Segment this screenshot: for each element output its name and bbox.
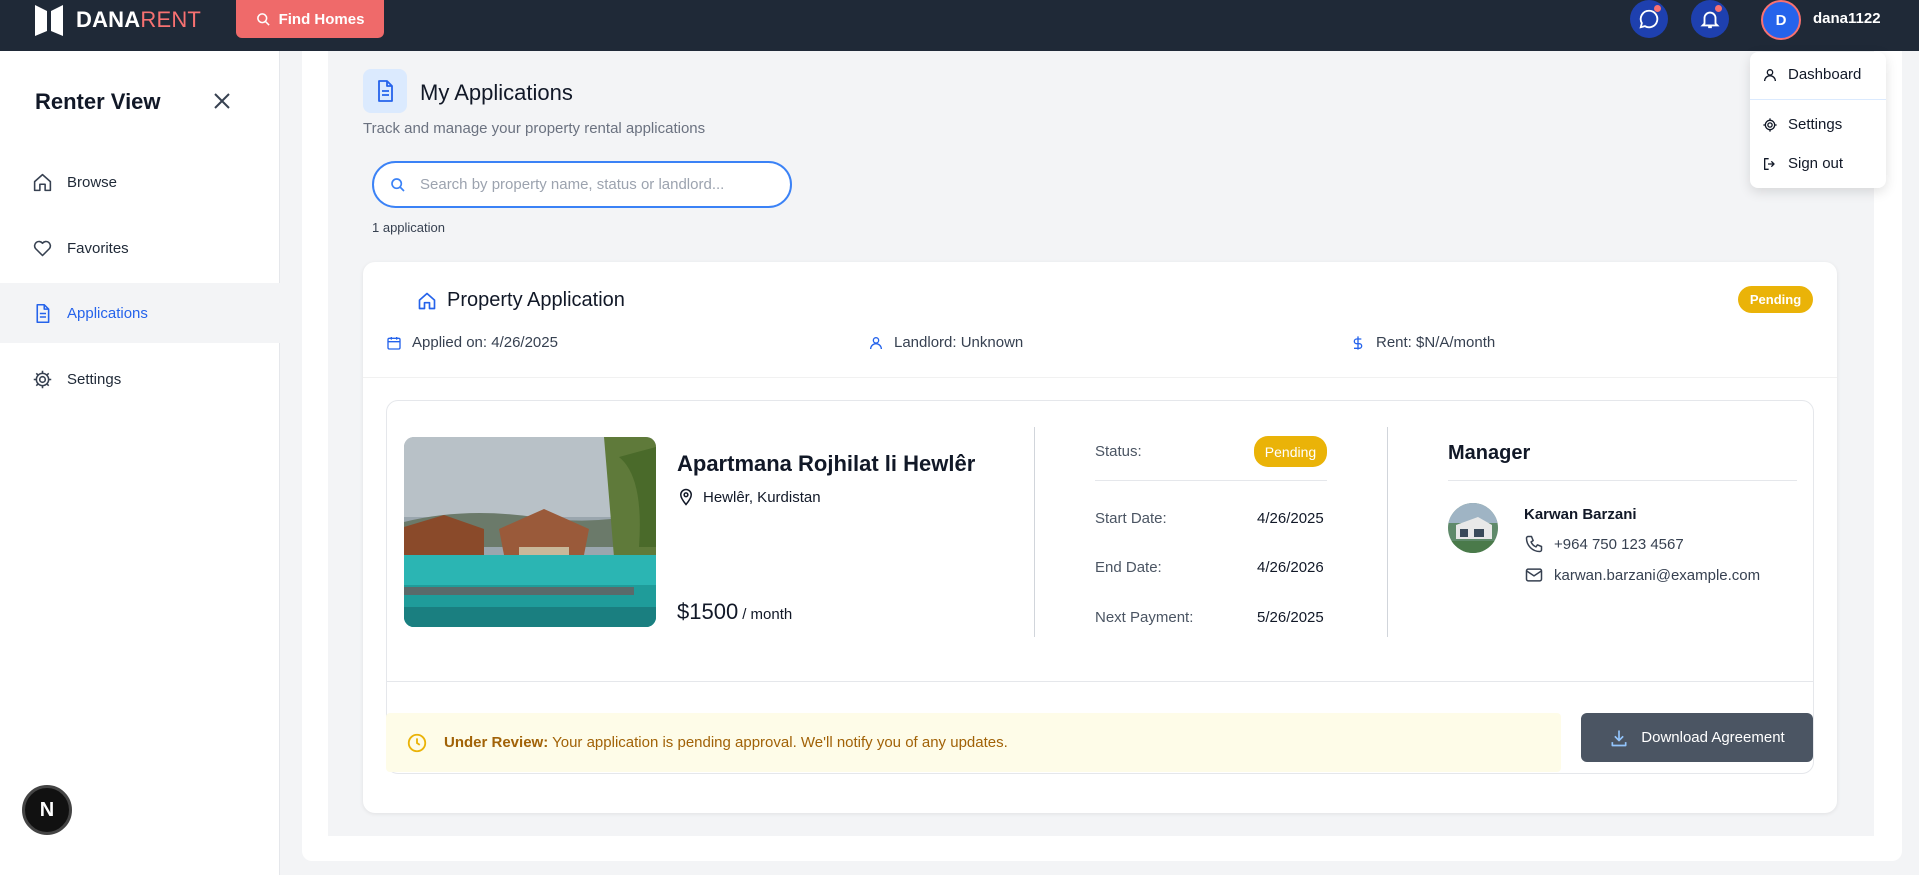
property-location: Hewlêr, Kurdistan <box>677 488 821 506</box>
search-box[interactable] <box>372 161 792 208</box>
gear-icon <box>1763 117 1777 132</box>
menu-item-dashboard[interactable]: Dashboard <box>1762 66 1861 83</box>
page-icon <box>363 69 407 113</box>
menu-item-sign-out[interactable]: Sign out <box>1762 155 1843 172</box>
logo-icon <box>35 5 63 36</box>
end-date-value: 4/26/2026 <box>1257 559 1324 576</box>
sidebar-item-favorites[interactable]: Favorites <box>0 218 280 278</box>
calendar-icon <box>387 336 401 350</box>
map-pin-icon <box>679 488 693 506</box>
manager-email[interactable]: karwan.barzani@example.com <box>1524 565 1760 585</box>
search-input[interactable] <box>420 176 760 193</box>
sidebar-item-label: Browse <box>67 173 118 191</box>
menu-item-settings[interactable]: Settings <box>1762 116 1842 133</box>
divider <box>1448 480 1797 481</box>
mail-icon <box>1525 568 1543 582</box>
divider <box>386 681 1814 682</box>
sidebar-title: Renter View <box>35 89 161 114</box>
status-label: Status: <box>1095 443 1142 460</box>
property-photo[interactable] <box>404 437 656 627</box>
review-notice: Under Review: Your application is pendin… <box>386 713 1561 772</box>
notifications-button[interactable] <box>1691 0 1729 38</box>
status-badge: Pending <box>1254 436 1327 467</box>
logo-text: DANARENT <box>76 7 202 32</box>
next-payment-label: Next Payment: <box>1095 609 1194 626</box>
landlord: Landlord: Unknown <box>868 334 1023 351</box>
username[interactable]: dana1122 <box>1813 10 1881 27</box>
download-agreement-button[interactable]: Download Agreement <box>1581 713 1813 762</box>
unread-dot <box>1654 5 1661 12</box>
next-payment-value: 5/26/2025 <box>1257 609 1324 626</box>
divider <box>1750 99 1886 100</box>
find-homes-button[interactable]: Find Homes <box>236 0 384 38</box>
rent: Rent: $N/A/month <box>1350 334 1495 351</box>
sidebar-item-settings[interactable]: Settings <box>0 349 280 409</box>
messages-button[interactable] <box>1630 0 1668 38</box>
find-homes-label: Find Homes <box>278 10 365 28</box>
property-name[interactable]: Apartmana Rojhilat li Hewlêr <box>677 451 975 477</box>
property-price: $1500/ month <box>677 599 793 624</box>
sidebar-item-label: Settings <box>67 370 122 388</box>
search-icon <box>391 177 405 192</box>
gear-icon <box>33 370 52 388</box>
search-icon <box>256 12 270 26</box>
page-subtitle: Track and manage your property rental ap… <box>363 120 706 137</box>
manager-avatar <box>1448 503 1498 553</box>
result-count: 1 application <box>372 220 445 235</box>
manager-name: Karwan Barzani <box>1524 506 1637 523</box>
sidebar-item-applications[interactable]: Applications <box>0 283 280 343</box>
document-icon <box>36 303 50 323</box>
document-icon <box>378 80 393 102</box>
user-menu: Dashboard Settings Sign out <box>1750 52 1886 188</box>
sidebar: Renter View Browse Favorites Application… <box>0 51 280 875</box>
manager-phone[interactable]: +964 750 123 4567 <box>1524 534 1684 554</box>
heart-icon <box>33 240 52 256</box>
clock-icon <box>407 733 427 752</box>
divider <box>1095 480 1327 481</box>
sidebar-item-browse[interactable]: Browse <box>0 152 280 212</box>
user-icon <box>870 336 882 349</box>
sidebar-item-label: Applications <box>67 304 148 322</box>
sidebar-item-label: Favorites <box>67 239 129 257</box>
download-icon <box>1611 730 1627 746</box>
application-title: Property Application <box>417 289 625 312</box>
manager-heading: Manager <box>1448 442 1531 464</box>
divider <box>1387 427 1388 637</box>
close-icon[interactable] <box>210 89 234 113</box>
review-text: Under Review: Your application is pendin… <box>444 734 1008 751</box>
page-title: My Applications <box>420 80 573 105</box>
end-date-label: End Date: <box>1095 559 1162 576</box>
start-date-label: Start Date: <box>1095 510 1167 527</box>
divider <box>1034 427 1035 637</box>
unread-dot <box>1715 5 1722 12</box>
dev-badge[interactable]: N <box>22 785 72 835</box>
sign-out-icon <box>1764 157 1775 170</box>
divider <box>363 377 1837 378</box>
logo[interactable]: DANARENT <box>32 3 201 37</box>
top-navbar: DANARENT Find Homes D dana1122 <box>0 0 1919 51</box>
applied-on: Applied on: 4/26/2025 <box>386 334 558 351</box>
home-icon <box>33 173 52 191</box>
start-date-value: 4/26/2025 <box>1257 510 1324 527</box>
home-icon <box>418 292 436 309</box>
user-avatar[interactable]: D <box>1761 0 1801 40</box>
dollar-icon <box>1353 335 1363 350</box>
phone-icon <box>1525 535 1543 553</box>
status-badge: Pending <box>1738 286 1813 313</box>
user-icon <box>1764 68 1776 81</box>
